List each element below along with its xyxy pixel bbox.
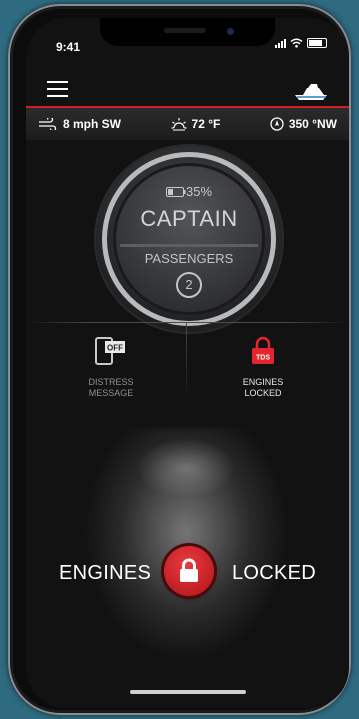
engines-label-line2: LOCKED (244, 388, 282, 398)
heading-readout: 350 °NW (270, 117, 337, 131)
tds-engines-button[interactable]: TDS ENGINES LOCKED (218, 336, 308, 399)
distress-label: DISTRESS MESSAGE (66, 377, 156, 399)
wifi-icon (290, 38, 303, 48)
captain-label: CAPTAIN (140, 206, 238, 231)
engine-lock-button[interactable] (164, 546, 214, 596)
temperature-readout: 72 °F (171, 117, 221, 131)
boat-icon[interactable] (293, 78, 331, 102)
section-divider (26, 322, 349, 323)
tds-badge: TDS (256, 355, 270, 362)
app-screen: 9:41 8 mph SW 72 °F 350 °NW 35% CAPTAIN … (26, 18, 349, 708)
camera (227, 28, 234, 35)
distress-badge: OFF (107, 344, 123, 353)
locked-status-label: LOCKED (232, 562, 317, 584)
wind-value: 8 mph SW (63, 117, 122, 131)
wind-readout: 8 mph SW (38, 117, 121, 131)
captain-gauge[interactable]: 35% CAPTAIN PASSENGERS 2 (96, 146, 282, 332)
battery-readout: 35% (96, 184, 282, 199)
signal-icon (275, 38, 286, 48)
passengers-label: PASSENGERS (144, 251, 234, 266)
column-divider (186, 322, 187, 402)
status-time: 9:41 (56, 40, 81, 54)
conditions-bar: 8 mph SW 72 °F 350 °NW (26, 106, 349, 140)
engines-status-label: ENGINES (59, 562, 152, 584)
battery-level-icon (165, 187, 186, 197)
distress-message-button[interactable]: OFF DISTRESS MESSAGE (66, 336, 156, 399)
wind-icon (39, 118, 57, 130)
home-indicator[interactable] (130, 690, 246, 694)
passenger-count: 2 (176, 272, 202, 298)
heading-value: 350 °NW (288, 117, 337, 131)
engines-label-line1: ENGINES (242, 377, 284, 387)
gauge-divider (120, 244, 258, 247)
tds-lock-icon: TDS (252, 336, 274, 364)
temperature-value: 72 °F (191, 117, 221, 131)
battery-percent: 35% (185, 184, 213, 199)
engines-locked-label: ENGINES LOCKED (218, 377, 308, 399)
battery-icon (307, 38, 327, 48)
engine-illustration-top (136, 438, 236, 498)
menu-icon[interactable] (47, 81, 68, 97)
phone-frame: 9:41 8 mph SW 72 °F 350 °NW 35% CAPTAIN … (8, 4, 351, 715)
speaker (164, 28, 206, 33)
notch (100, 18, 275, 46)
compass-icon (270, 117, 284, 131)
status-icons (275, 38, 327, 48)
lock-icon (180, 558, 198, 582)
phone-off-icon: OFF (95, 337, 125, 365)
distress-label-line1: DISTRESS (88, 377, 134, 387)
sun-icon (171, 118, 187, 131)
distress-label-line2: MESSAGE (88, 388, 134, 398)
